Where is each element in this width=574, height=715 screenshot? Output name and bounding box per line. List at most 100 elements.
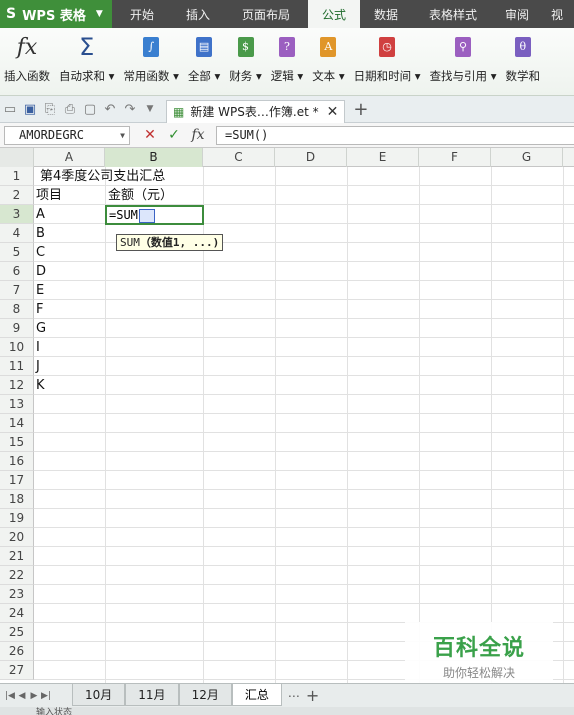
last-sheet-icon[interactable]: ▶|: [40, 691, 52, 701]
select-all-corner[interactable]: [0, 148, 34, 167]
menu-tab-formulas[interactable]: 公式: [308, 0, 360, 28]
row-header[interactable]: 12: [0, 376, 34, 395]
cell-item[interactable]: C: [36, 243, 45, 262]
cell-item[interactable]: F: [36, 300, 43, 319]
column-header-f[interactable]: F: [419, 148, 491, 167]
row-header[interactable]: 1: [0, 167, 34, 186]
cell-item[interactable]: E: [36, 281, 44, 300]
column-header-e[interactable]: E: [347, 148, 419, 167]
menu-tab-review[interactable]: 审阅: [494, 0, 540, 28]
more-sheets-icon[interactable]: ⋯: [288, 689, 300, 703]
row-header[interactable]: 16: [0, 452, 34, 471]
text-functions-button[interactable]: A 文本 ▾: [312, 28, 345, 92]
menu-tab-home[interactable]: 开始: [112, 0, 172, 28]
cell-item[interactable]: B: [36, 224, 45, 243]
row-header[interactable]: 7: [0, 281, 34, 300]
row-header[interactable]: 3: [0, 205, 34, 224]
column-header-h[interactable]: [563, 148, 574, 167]
spreadsheet-grid[interactable]: A B C D E F G 1 2 3 4 5 6 7 8 9 10 11 12 13 14 15 16 17 1…: [0, 148, 574, 683]
row-header[interactable]: 27: [0, 661, 34, 680]
app-menu-button[interactable]: S WPS 表格 ▼: [0, 0, 112, 28]
common-functions-button[interactable]: ∫ 常用函数 ▾: [123, 28, 179, 92]
auto-sum-button[interactable]: Σ 自动求和 ▾: [59, 28, 114, 92]
sheet-tab-summary[interactable]: 汇总: [231, 683, 282, 706]
print-preview-icon[interactable]: ▢: [80, 99, 100, 119]
row-header[interactable]: 23: [0, 585, 34, 604]
logic-functions-button[interactable]: ? 逻辑 ▾: [271, 28, 303, 92]
sheet-tab-oct[interactable]: 10月: [72, 683, 126, 706]
cell-item[interactable]: A: [36, 205, 45, 224]
row-header[interactable]: 20: [0, 528, 34, 547]
menu-tab-data[interactable]: 数据: [360, 0, 412, 28]
row-header[interactable]: 24: [0, 604, 34, 623]
active-cell-b3[interactable]: =SUM: [105, 205, 204, 225]
document-tab[interactable]: ▦ 新建 WPS表…作簿.et * ✕: [166, 99, 346, 123]
row-header[interactable]: 21: [0, 547, 34, 566]
fx-icon[interactable]: fx: [186, 127, 210, 143]
column-header-c[interactable]: C: [203, 148, 275, 167]
row-header[interactable]: 25: [0, 623, 34, 642]
insert-function-button[interactable]: fx 插入函数: [4, 28, 50, 92]
add-sheet-plus-icon[interactable]: +: [306, 686, 319, 705]
all-functions-button[interactable]: ▤ 全部 ▾: [188, 28, 220, 92]
first-sheet-icon[interactable]: |◀: [4, 691, 16, 701]
cell-item[interactable]: G: [36, 319, 46, 338]
gridline: [34, 394, 574, 395]
prev-sheet-icon[interactable]: ◀: [16, 691, 28, 701]
row-header[interactable]: 14: [0, 414, 34, 433]
name-box[interactable]: AMORDEGRC ▼: [4, 125, 130, 145]
chevron-down-icon[interactable]: ▼: [120, 131, 125, 140]
row-header[interactable]: 19: [0, 509, 34, 528]
finance-functions-button[interactable]: $ 财务 ▾: [229, 28, 262, 92]
menu-tab-insert[interactable]: 插入: [172, 0, 224, 28]
lookup-functions-button[interactable]: ⚲ 查找与引用 ▾: [430, 28, 497, 92]
cell-b2[interactable]: 金额（元）: [108, 186, 173, 205]
redo-icon[interactable]: ↷: [120, 99, 140, 119]
menu-tab-table-style[interactable]: 表格样式: [412, 0, 494, 28]
menu-tab-page-layout[interactable]: 页面布局: [224, 0, 308, 28]
row-header[interactable]: 17: [0, 471, 34, 490]
row-header[interactable]: 22: [0, 566, 34, 585]
column-header-b[interactable]: B: [105, 148, 203, 167]
save-as-icon[interactable]: ⎘: [40, 99, 60, 119]
close-icon[interactable]: ✕: [327, 104, 339, 120]
cell-a1-title[interactable]: 第4季度公司支出汇总: [40, 167, 165, 186]
row-header[interactable]: 18: [0, 490, 34, 509]
cell-a2[interactable]: 项目: [36, 186, 62, 205]
column-header-a[interactable]: A: [34, 148, 105, 167]
print-icon[interactable]: ⎙: [60, 99, 80, 119]
row-header[interactable]: 2: [0, 186, 34, 205]
row-header[interactable]: 4: [0, 224, 34, 243]
spreadsheet-doc-icon: ▦: [173, 104, 185, 119]
cell-item[interactable]: I: [36, 338, 40, 357]
row-header[interactable]: 8: [0, 300, 34, 319]
logic-icon: ?: [274, 34, 300, 60]
column-header-g[interactable]: G: [491, 148, 563, 167]
next-sheet-icon[interactable]: ▶: [28, 691, 40, 701]
formula-input[interactable]: =SUM(): [216, 125, 574, 145]
row-header[interactable]: 10: [0, 338, 34, 357]
cell-item[interactable]: K: [36, 376, 45, 395]
confirm-check-icon[interactable]: ✓: [162, 127, 186, 143]
open-icon[interactable]: ▭: [0, 99, 20, 119]
row-header[interactable]: 13: [0, 395, 34, 414]
row-header[interactable]: 15: [0, 433, 34, 452]
cell-item[interactable]: D: [36, 262, 46, 281]
menu-tab-view[interactable]: 视: [540, 0, 574, 28]
column-header-d[interactable]: D: [275, 148, 347, 167]
cancel-icon[interactable]: ✕: [138, 127, 162, 143]
row-header[interactable]: 9: [0, 319, 34, 338]
math-functions-button[interactable]: θ 数学和: [506, 28, 540, 92]
cell-item[interactable]: J: [36, 357, 40, 376]
datetime-functions-button[interactable]: ◷ 日期和时间 ▾: [354, 28, 421, 92]
row-header[interactable]: 6: [0, 262, 34, 281]
save-icon[interactable]: ▣: [20, 99, 40, 119]
customize-dropdown-icon[interactable]: ▼: [140, 99, 160, 119]
row-header[interactable]: 26: [0, 642, 34, 661]
sheet-tab-dec[interactable]: 12月: [178, 683, 232, 706]
row-header[interactable]: 5: [0, 243, 34, 262]
row-header[interactable]: 11: [0, 357, 34, 376]
new-tab-plus-icon[interactable]: +: [353, 99, 368, 120]
undo-icon[interactable]: ↶: [100, 99, 120, 119]
sheet-tab-nov[interactable]: 11月: [125, 683, 179, 706]
